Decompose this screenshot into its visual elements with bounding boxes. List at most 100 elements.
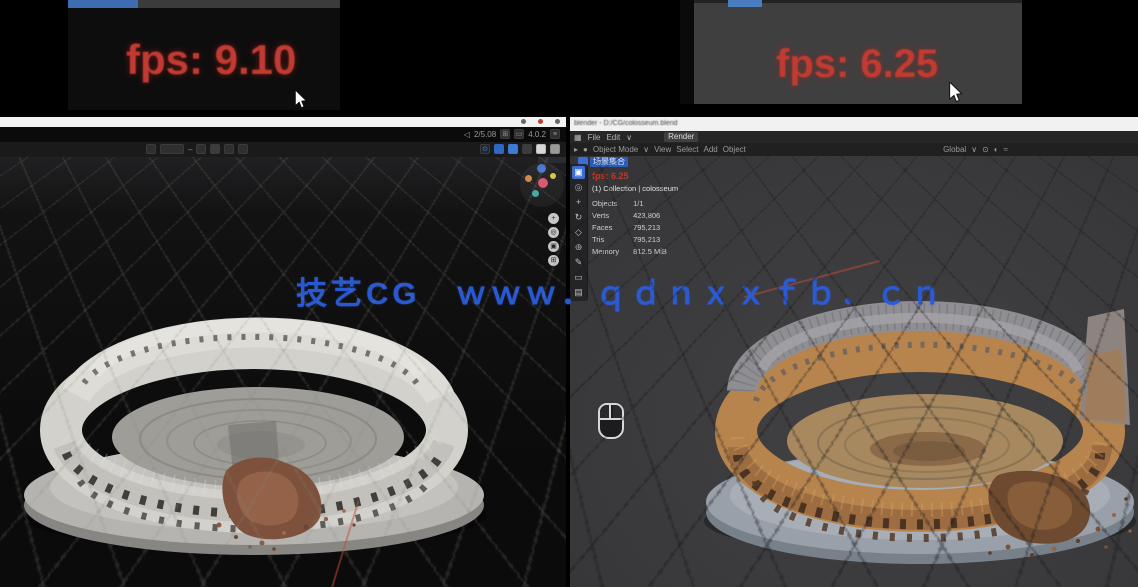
right-titlebar: blender - D:/CG/colosseum.blend	[570, 117, 1138, 131]
orientation-selector[interactable]: Global	[943, 145, 966, 154]
toolbar-dropdown[interactable]	[160, 144, 184, 154]
overlay-toggle-icon[interactable]	[508, 144, 518, 154]
settings-icon[interactable]: ≡	[550, 129, 560, 139]
tool-select-box-button[interactable]: ▣	[572, 166, 585, 179]
viewport-stats-overlay: fps: 6.25 (1) Collection | colosseum Obj…	[592, 171, 678, 259]
stat-value: 795,213	[619, 235, 667, 247]
axis-neg-x-dot[interactable]	[525, 175, 532, 182]
camera-view-icon[interactable]: ▣	[548, 241, 559, 252]
chevron-down-icon[interactable]: ∨	[643, 145, 649, 154]
version-label: 4.0.2	[528, 130, 546, 139]
menu-item-view[interactable]: View	[654, 145, 671, 154]
shading-toggle-icon[interactable]	[494, 144, 504, 154]
navigation-gizmo[interactable]	[520, 163, 564, 207]
tool-move-button[interactable]: +	[572, 196, 585, 209]
window-title: blender - D:/CG/colosseum.blend	[574, 120, 678, 127]
stat-label: Objects	[592, 199, 619, 211]
panel-toggle-icon[interactable]: ⊞	[500, 129, 510, 139]
axis-z-dot[interactable]	[537, 164, 546, 173]
textured-colosseum-model	[698, 269, 1138, 569]
stat-value: 812.5 MiB	[619, 247, 667, 259]
inset-edge	[680, 0, 694, 104]
tool-rotate-button[interactable]: ↻	[572, 211, 585, 224]
shading-sphere-icon[interactable]: ◐	[994, 145, 999, 154]
toolbar-icon[interactable]	[224, 144, 234, 154]
toolbar-icon[interactable]	[196, 144, 206, 154]
right-3d-viewport[interactable]: 场景集合 fps: 6.25 (1) Collection | colosseu…	[570, 156, 1138, 587]
right-viewport-pane: blender - D:/CG/colosseum.blend ▦ File E…	[570, 117, 1138, 587]
stats-row: Memory812.5 MiB	[592, 247, 667, 259]
speaker-icon[interactable]: ◁	[464, 130, 470, 139]
menu-item-select[interactable]: Select	[676, 145, 698, 154]
toolbar-icon[interactable]	[238, 144, 248, 154]
stat-label: Memory	[592, 247, 619, 259]
maximize-button[interactable]	[555, 119, 560, 124]
app-icon[interactable]: ▦	[574, 133, 582, 142]
left-3d-viewport[interactable]: + ◎ ▣ ⊞	[0, 157, 566, 587]
top-strip: fps: 9.10 fps: 6.25	[0, 0, 1138, 117]
stats-row: Faces795,213	[592, 223, 667, 235]
tool-cursor-button[interactable]: ◎	[572, 181, 585, 194]
right-header-bar: ▸ ● Object Mode ∨ View Select Add Object…	[570, 143, 1138, 156]
menu-item-file[interactable]: File	[588, 133, 601, 142]
fps-inset-right: fps: 6.25	[680, 0, 1022, 104]
mouse-cursor-icon	[948, 82, 966, 104]
tool-scale-button[interactable]: ◇	[572, 226, 585, 239]
toolbar-icon[interactable]	[210, 144, 220, 154]
stats-table: Objects1/1 Verts423,806 Faces795,213 Tri…	[592, 199, 667, 259]
proportional-edit-icon[interactable]: ≈	[1004, 145, 1008, 154]
fps-counter-right: fps: 6.25	[776, 42, 938, 87]
stat-value: 423,806	[619, 211, 667, 223]
comparison-frame: fps: 9.10 fps: 6.25 ◁ 2/5.08	[0, 0, 1138, 587]
stats-row: Objects1/1	[592, 199, 667, 211]
clay-colosseum-model	[14, 275, 494, 565]
stat-value: 795,213	[619, 223, 667, 235]
stat-label: Verts	[592, 211, 619, 223]
snap-icon[interactable]: ⊙	[982, 145, 989, 154]
stat-label: Faces	[592, 223, 619, 235]
menu-item-edit[interactable]: Edit	[606, 133, 620, 142]
zoom-icon[interactable]: +	[548, 213, 559, 224]
inset-titlebar-fragment	[138, 0, 340, 8]
panel-toggle-icon[interactable]: ▭	[514, 129, 524, 139]
fps-counter-left: fps: 9.10	[126, 36, 296, 84]
menu-item-add[interactable]: Add	[704, 145, 718, 154]
menu-item-object[interactable]: Object	[723, 145, 746, 154]
left-header-bar: ◁ 2/5.08 ⊞ ▭ 4.0.2 ≡	[0, 127, 566, 142]
chevron-down-icon[interactable]: ∨	[626, 133, 632, 142]
collection-label: 场景集合	[590, 157, 628, 167]
axis-x-dot[interactable]	[538, 178, 548, 188]
right-menubar: ▦ File Edit ∨ Render	[570, 131, 1138, 143]
chevron-down-icon[interactable]: ∨	[971, 145, 977, 154]
minimize-button[interactable]	[521, 119, 526, 124]
scene-info-text: (1) Collection | colosseum	[592, 184, 678, 193]
render-mode-icon[interactable]	[536, 144, 546, 154]
viewport-nav-buttons: + ◎ ▣ ⊞	[548, 213, 559, 266]
inset-titlebar-fragment	[68, 0, 138, 8]
left-titlebar	[0, 117, 566, 127]
grid-toggle-icon[interactable]: ⊞	[548, 255, 559, 266]
stats-row: Verts423,806	[592, 211, 667, 223]
close-button[interactable]	[538, 119, 543, 124]
pan-icon[interactable]: ◎	[548, 227, 559, 238]
tool-transform-button[interactable]: ⊕	[572, 241, 585, 254]
mouse-cursor-icon	[294, 90, 310, 110]
active-workspace-tab[interactable]: Render	[664, 132, 698, 142]
axis-neg-y-dot[interactable]	[532, 190, 539, 197]
left-viewport-pane: ◁ 2/5.08 ⊞ ▭ 4.0.2 ≡ – ⊙	[0, 117, 566, 587]
toolbar-icon[interactable]	[146, 144, 156, 154]
fps-inset-left: fps: 9.10	[68, 0, 340, 110]
mouse-indicator-icon	[598, 403, 624, 439]
play-icon[interactable]: ▸	[574, 145, 578, 154]
toolbar-icon[interactable]	[550, 144, 560, 154]
site-watermark: 技艺CG ｗｗｗ．ｑｄｎｘｘｆｂ．ｃｎ	[296, 268, 946, 313]
search-icon[interactable]: ⊙	[480, 144, 490, 154]
toolbar-icon[interactable]	[522, 144, 532, 154]
axis-y-dot[interactable]	[550, 173, 556, 179]
separator-dash: –	[188, 145, 192, 154]
mode-dot-icon: ●	[583, 145, 588, 154]
stats-row: Tris795,213	[592, 235, 667, 247]
stat-label: Tris	[592, 235, 619, 247]
mode-selector[interactable]: Object Mode	[593, 145, 638, 154]
inset-titlebar-fragment	[728, 0, 762, 7]
